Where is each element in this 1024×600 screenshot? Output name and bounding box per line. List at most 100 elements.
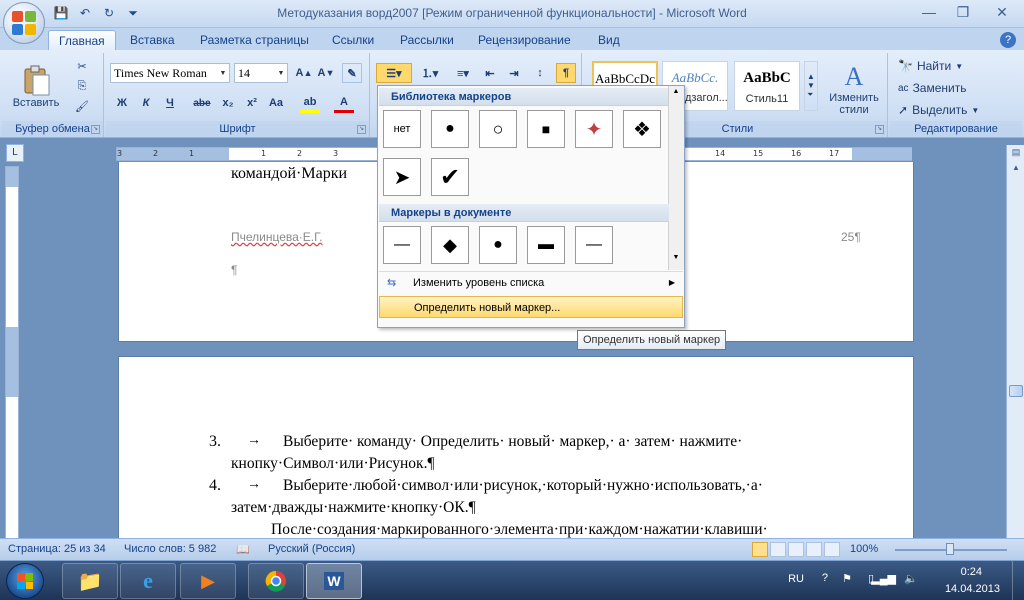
tab-home[interactable]: Главная [48,30,116,50]
sort-icon[interactable]: ↕ [530,63,550,83]
clear-format-icon[interactable]: ✎ [342,63,362,83]
bullet-diamonds[interactable]: ❖ [623,110,661,148]
help-tray-icon[interactable]: ? [822,572,828,584]
page-26: 3. → Выберите· команду· Определить· новы… [118,356,914,538]
bullet-square[interactable]: ■ [527,110,565,148]
italic-button[interactable]: К [136,93,156,113]
word-taskbar-button[interactable]: W [306,563,362,599]
style-11[interactable]: AaBbC Стиль11 [734,61,800,111]
find-button[interactable]: 🔭 Найти ▼ [898,57,963,75]
word-count[interactable]: Число слов: 5 982 [124,543,216,555]
minimize-button[interactable]: — [912,0,946,24]
scroll-thumb[interactable] [1009,385,1023,397]
page-counter[interactable]: Страница: 25 из 34 [8,543,106,555]
superscript-button[interactable]: x² [242,93,262,113]
replace-button[interactable]: ac Заменить [898,79,967,97]
editing-group: 🔭 Найти ▼ ac Заменить ➚ Выделить ▼ Редактиров… [890,53,1022,137]
doc-bullet-diamond[interactable]: ◆ [431,226,469,264]
bullet-hollow-circle[interactable]: ○ [479,110,517,148]
multilevel-list-button[interactable]: ≡▾ [448,63,478,83]
proofing-icon[interactable]: 📖 [236,543,250,556]
styles-scroll[interactable]: ▲ ▼ ⏷ [804,61,818,111]
grow-font-icon[interactable]: A ▲ [294,63,314,83]
full-screen-reading-icon[interactable] [770,542,786,557]
doc-bullet-circle[interactable]: ● [479,226,517,264]
chrome-taskbar-button[interactable] [248,563,304,599]
doc-bullet-dash[interactable]: — [383,226,421,264]
close-button[interactable]: ✕ [980,0,1024,24]
cut-icon[interactable]: ✂ [72,57,92,75]
vertical-scrollbar[interactable]: ▤ ▲ [1006,145,1024,538]
flag-tray-icon[interactable]: ⚑ [842,572,852,585]
office-button[interactable] [3,2,45,44]
change-case-button[interactable]: Aa [266,93,286,113]
network-tray-icon[interactable]: ▂▄▆ [871,572,896,585]
doc-bullet-bar[interactable]: ▬ [527,226,565,264]
highlight-icon[interactable]: ab [300,93,320,113]
change-styles-button[interactable]: A Изменить стили [822,59,886,119]
web-layout-icon[interactable] [788,542,804,557]
change-list-level-item[interactable]: ⇆ Изменить уровень списка ▶ [379,272,683,294]
draft-icon[interactable] [824,542,840,557]
format-painter-icon[interactable]: 🖌 [72,97,92,115]
explorer-taskbar-button[interactable]: 📁 [62,563,118,599]
tab-insert[interactable]: Вставка [120,30,185,50]
shrink-font-icon[interactable]: A ▼ [316,63,336,83]
increase-indent-icon[interactable]: ⇥ [504,63,524,83]
scroll-up-icon[interactable]: ▲ [1009,163,1023,177]
strikethrough-button[interactable]: abe [192,93,212,113]
volume-tray-icon[interactable]: 🔈 [904,572,918,585]
subscript-button[interactable]: x₂ [218,93,238,113]
bullet-check[interactable]: ✔ [431,158,469,196]
start-button[interactable] [6,563,44,599]
chevron-right-icon: ▶ [668,278,675,287]
zoom-level[interactable]: 100% [850,543,878,555]
copy-icon[interactable]: ⎘ [72,77,92,95]
bold-button[interactable]: Ж [112,93,132,113]
clock-time[interactable]: 0:24 [961,566,982,578]
bullet-none[interactable]: нет [383,110,421,148]
ruler-toggle-icon[interactable]: ▤ [1009,147,1023,161]
select-button[interactable]: ➚ Выделить ▼ [898,101,979,119]
paste-button[interactable]: Вставить [13,57,59,117]
dropdown-scrollbar[interactable]: ▲ ▼ [668,86,684,270]
bullet-star[interactable]: ✦ [575,110,613,148]
define-new-bullet-item[interactable]: Определить новый маркер... [379,296,683,318]
font-color-icon[interactable]: A [334,93,354,113]
doc-bullet-dash-2[interactable]: — [575,226,613,264]
zoom-thumb[interactable] [946,543,954,555]
outline-icon[interactable] [806,542,822,557]
print-layout-icon[interactable] [752,542,768,557]
language-indicator[interactable]: Русский (Россия) [268,543,355,555]
tab-view[interactable]: Вид [588,30,630,50]
underline-button[interactable]: Ч [160,93,180,113]
item3-number: 3. [209,433,221,450]
bullets-button[interactable]: ☰▾ [376,63,412,83]
tab-references[interactable]: Ссылки [322,30,384,50]
clipboard-launcher-icon[interactable]: ↘ [91,125,100,134]
help-icon[interactable]: ? [1000,32,1016,48]
numbering-button[interactable]: ⒈▾ [414,63,446,83]
ie-taskbar-button[interactable]: e [120,563,176,599]
tab-mailings[interactable]: Рассылки [390,30,464,50]
media-player-icon: ▶ [201,570,215,591]
decrease-indent-icon[interactable]: ⇤ [480,63,500,83]
clock-date[interactable]: 14.04.2013 [945,583,1000,595]
maximize-button[interactable]: ❐ [946,0,980,24]
bullet-filled-circle[interactable]: ● [431,110,469,148]
media-player-taskbar-button[interactable]: ▶ [180,563,236,599]
show-marks-icon[interactable]: ¶ [556,63,576,83]
tab-selector-icon[interactable]: L [6,144,24,162]
font-name-combo[interactable]: Times New Roman ▼ [110,63,230,83]
show-desktop-button[interactable] [1012,561,1024,600]
tab-page-layout[interactable]: Разметка страницы [190,30,319,50]
bullet-arrow[interactable]: ➤ [383,158,421,196]
styles-launcher-icon[interactable]: ↘ [875,125,884,134]
taskbar: 📁 e ▶ W RU ? ⚑ ▯ ▂▄▆ 🔈 0:24 14.04.2013 [0,560,1024,600]
font-launcher-icon[interactable]: ↘ [357,125,366,134]
font-size-combo[interactable]: 14 ▼ [234,63,288,83]
vertical-ruler[interactable] [5,166,19,542]
window-title: Методуказания ворд2007 [Режим ограниченн… [277,6,747,20]
tab-review[interactable]: Рецензирование [468,30,581,50]
language-tray[interactable]: RU [788,573,804,585]
